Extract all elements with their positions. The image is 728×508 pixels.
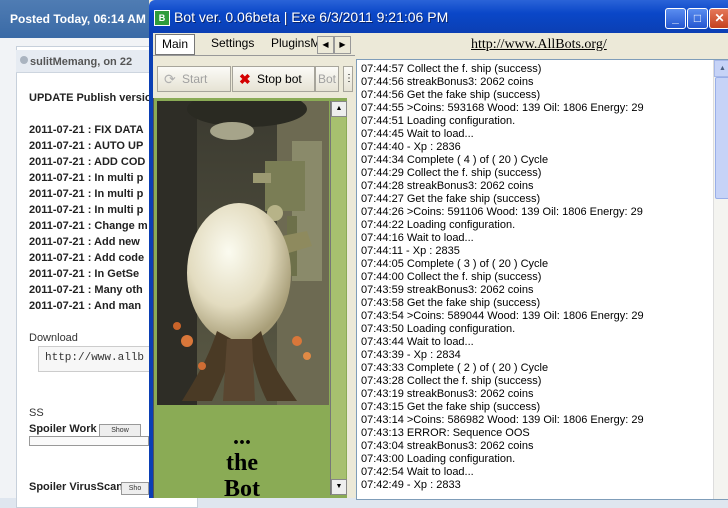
bot-artwork — [157, 101, 329, 405]
stop-x-icon: ✖ — [239, 71, 251, 87]
log-entry: 07:44:56 Get the fake ship (success) — [361, 89, 541, 101]
log-entry: 07:43:13 ERROR: Sequence OOS — [361, 427, 530, 439]
post-line: 2011-07-21 : Many oth — [29, 284, 143, 296]
post-line: 2011-07-21 : In multi p — [29, 188, 144, 200]
close-button[interactable]: ✕ — [709, 8, 728, 29]
post-line: 2011-07-21 : ADD COD — [29, 156, 146, 168]
spoiler-virusscan-label: Spoiler VirusScan — [29, 481, 123, 493]
post-timestamp: Posted Today, 06:14 AM — [10, 12, 146, 26]
log-entry: 07:44:40 - Xp : 2836 — [361, 141, 461, 153]
post-line: 2011-07-21 : Add code — [29, 252, 145, 264]
log-entry: 07:43:50 Loading configuration. — [361, 323, 516, 335]
download-heading: Download — [29, 332, 78, 344]
ss-heading: SS — [29, 407, 44, 419]
tab-settings[interactable]: Settings — [211, 34, 254, 53]
post-line: 2011-07-21 : In multi p — [29, 204, 144, 216]
post-line: UPDATE Publish version — [29, 92, 159, 104]
scroll-up-icon[interactable]: ▲ — [331, 101, 347, 117]
log-entry: 07:44:28 streakBonus3: 2062 coins — [361, 180, 534, 192]
log-entry: 07:44:45 Wait to load... — [361, 128, 474, 140]
quote-icon — [20, 56, 28, 64]
post-line: 2011-07-21 : FIX DATA — [29, 124, 144, 136]
log-entry: 07:43:33 Complete ( 2 ) of ( 20 ) Cycle — [361, 362, 549, 374]
log-entry: 07:43:15 Get the fake ship (success) — [361, 401, 541, 413]
stop-label: Stop bot — [257, 72, 302, 86]
title-bar[interactable]: B Bot ver. 0.06beta | Exe 6/3/2011 9:21:… — [149, 0, 728, 33]
window-title: Bot ver. 0.06beta | Exe 6/3/2011 9:21:06… — [174, 9, 449, 25]
bot-app-icon[interactable]: B — [154, 10, 170, 26]
log-entry: 07:44:26 >Coins: 591106 Wood: 139 Oil: 1… — [361, 206, 643, 218]
allbots-link[interactable]: http://www.AllBots.org/ — [471, 37, 607, 53]
log-entry: 07:42:49 - Xp : 2833 — [361, 479, 461, 491]
log-entry: 07:43:14 >Coins: 586982 Wood: 139 Oil: 1… — [361, 414, 644, 426]
log-entry: 07:44:11 - Xp : 2835 — [361, 245, 460, 257]
log-entry: 07:44:51 Loading configuration. — [361, 115, 516, 127]
log-entry: 07:42:54 Wait to load... — [361, 466, 474, 478]
bot-image-panel: ... the Bot ▲ ▼ — [153, 98, 347, 502]
bot-button[interactable]: Bot — [315, 66, 339, 92]
tab-main[interactable]: Main — [155, 34, 195, 55]
post-line: 2011-07-21 : Change m — [29, 220, 148, 232]
toolbar-overflow-button[interactable]: ⋮ — [343, 66, 353, 92]
log-panel[interactable]: 07:44:57 Collect the f. ship (success) 0… — [356, 59, 728, 500]
refresh-icon: ⟳ — [164, 71, 176, 87]
log-entry: 07:44:27 Get the fake ship (success) — [361, 193, 541, 205]
bot-label: Bot — [318, 72, 337, 86]
post-line: 2011-07-21 : In multi p — [29, 172, 144, 184]
spoiler-work-box — [29, 436, 149, 446]
log-list: 07:44:57 Collect the f. ship (success) 0… — [361, 63, 711, 492]
log-entry: 07:44:34 Complete ( 4 ) of ( 20 ) Cycle — [361, 154, 549, 166]
log-entry: 07:43:58 Get the fake ship (success) — [361, 297, 541, 309]
post-line: 2011-07-21 : AUTO UP — [29, 140, 144, 152]
robot-egg-illustration — [157, 101, 329, 405]
download-link[interactable]: http://www.allb — [45, 352, 144, 364]
log-entry: 07:43:54 >Coins: 589044 Wood: 139 Oil: 1… — [361, 310, 644, 322]
tab-divider — [153, 55, 355, 56]
start-label: Start — [182, 72, 208, 86]
log-entry: 07:44:16 Wait to load... — [361, 232, 474, 244]
log-entry: 07:43:04 streakBonus3: 2062 coins — [361, 440, 534, 452]
log-entry: 07:44:55 >Coins: 593168 Wood: 139 Oil: 1… — [361, 102, 644, 114]
log-entry: 07:44:00 Collect the f. ship (success) — [361, 271, 542, 283]
log-entry: 07:43:28 Collect the f. ship (success) — [361, 375, 542, 387]
caption-line: ... — [233, 424, 251, 450]
log-entry: 07:43:19 streakBonus3: 2062 coins — [361, 388, 534, 400]
log-entry: 07:43:39 - Xp : 2834 — [361, 349, 461, 361]
spoiler-virusscan-show-button[interactable]: Sho — [121, 482, 149, 495]
start-button[interactable]: ⟳ Start — [157, 66, 231, 92]
tab-scroll-left-icon[interactable]: ◀ — [317, 36, 334, 54]
log-scroll-thumb[interactable] — [715, 77, 728, 199]
image-scrollbar[interactable]: ▲ ▼ — [330, 101, 347, 495]
stop-bot-button[interactable]: ✖ Stop bot — [232, 66, 315, 92]
caption-line: Bot — [224, 476, 260, 502]
quote-author: sulitMemang, on 22 — [30, 56, 133, 68]
log-entry: 07:44:22 Loading configuration. — [361, 219, 516, 231]
log-entry: 07:43:00 Loading configuration. — [361, 453, 516, 465]
caption-line: the — [226, 450, 258, 476]
log-entry: 07:44:05 Complete ( 3 ) of ( 20 ) Cycle — [361, 258, 549, 270]
bot-window: B Bot ver. 0.06beta | Exe 6/3/2011 9:21:… — [149, 0, 728, 502]
tab-scroll-right-icon[interactable]: ▶ — [334, 36, 351, 54]
log-scrollbar[interactable]: ▲ — [713, 60, 728, 499]
image-caption: ... the Bot — [154, 424, 330, 502]
maximize-button[interactable]: □ — [687, 8, 708, 29]
log-entry: 07:44:29 Collect the f. ship (success) — [361, 167, 542, 179]
minimize-button[interactable]: _ — [665, 8, 686, 29]
scroll-down-icon[interactable]: ▼ — [331, 479, 347, 495]
log-entry: 07:44:57 Collect the f. ship (success) — [361, 63, 542, 75]
tab-plugins[interactable]: PluginsMa — [271, 34, 323, 53]
log-entry: 07:43:59 streakBonus3: 2062 coins — [361, 284, 534, 296]
spoiler-work-label: Spoiler Work — [29, 423, 97, 435]
post-line: 2011-07-21 : In GetSe — [29, 268, 140, 280]
post-line: 2011-07-21 : Add new — [29, 236, 140, 248]
log-entry: 07:44:56 streakBonus3: 2062 coins — [361, 76, 534, 88]
log-scroll-up-icon[interactable]: ▲ — [714, 60, 728, 77]
log-entry: 07:43:44 Wait to load... — [361, 336, 474, 348]
toolbar: ⟳ Start ✖ Stop bot Bot ⋮ — [157, 66, 357, 92]
post-line: 2011-07-21 : And man — [29, 300, 142, 312]
